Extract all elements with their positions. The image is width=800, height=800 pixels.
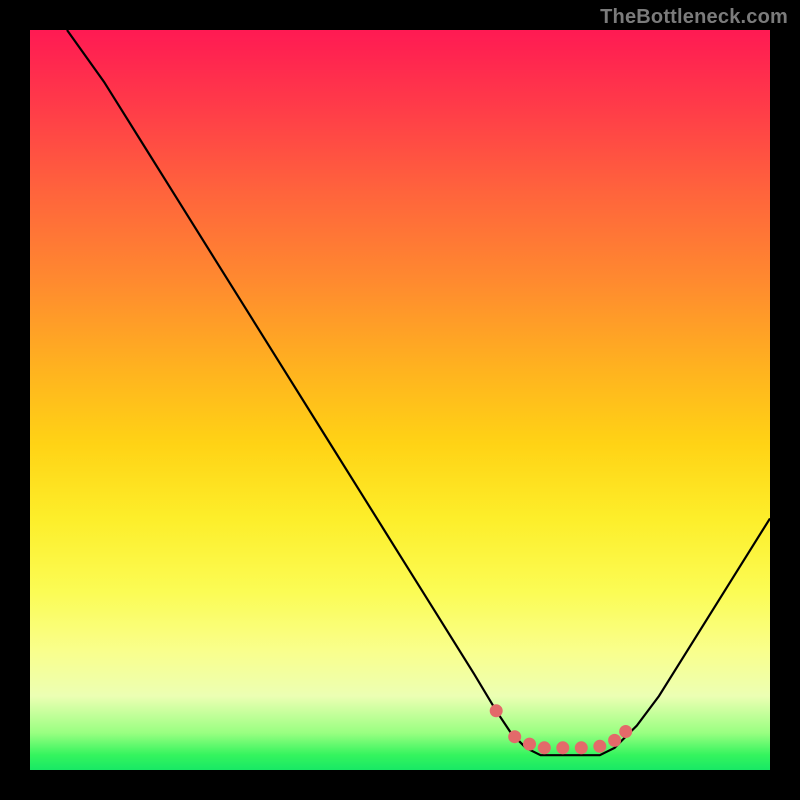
marker-dot bbox=[523, 738, 536, 751]
bottleneck-curve-path bbox=[67, 30, 770, 755]
marker-dot bbox=[490, 704, 503, 717]
watermark-text: TheBottleneck.com bbox=[600, 6, 788, 29]
marker-dot bbox=[619, 725, 632, 738]
plot-area bbox=[30, 30, 770, 770]
chart-svg bbox=[30, 30, 770, 770]
marker-dot bbox=[593, 740, 606, 753]
marker-dot bbox=[508, 730, 521, 743]
marker-dot bbox=[538, 741, 551, 754]
optimal-zone-markers bbox=[490, 704, 633, 754]
chart-frame: TheBottleneck.com bbox=[0, 0, 800, 800]
marker-dot bbox=[556, 741, 569, 754]
marker-dot bbox=[575, 741, 588, 754]
marker-dot bbox=[608, 734, 621, 747]
